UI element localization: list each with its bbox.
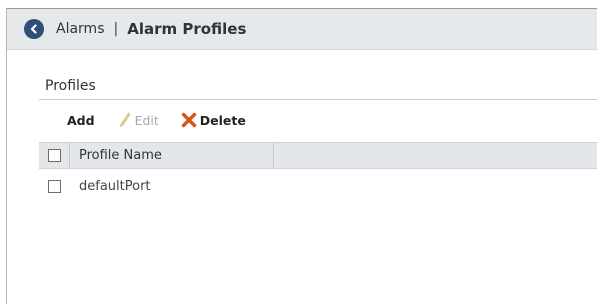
delete-button[interactable]: Delete xyxy=(181,112,246,128)
delete-button-label: Delete xyxy=(199,112,246,128)
profile-name-cell: defaultPort xyxy=(79,178,151,194)
select-all-checkbox[interactable] xyxy=(47,149,61,162)
x-icon xyxy=(181,112,196,128)
table-row[interactable]: defaultPort xyxy=(39,173,597,199)
column-header-profile-name[interactable]: Profile Name xyxy=(70,143,274,168)
row-checkbox[interactable] xyxy=(48,179,61,193)
pencil-icon xyxy=(119,112,130,128)
breadcrumb-alarms-link[interactable]: Alarms xyxy=(56,21,105,37)
profiles-section-title: Profiles xyxy=(45,78,96,94)
section-divider xyxy=(39,99,597,100)
add-button[interactable]: Add xyxy=(67,113,95,128)
select-all-cell xyxy=(39,143,70,168)
breadcrumb-separator: | xyxy=(113,21,119,37)
add-button-label: Add xyxy=(67,112,95,128)
table-header: Profile Name xyxy=(39,142,597,169)
edit-button[interactable]: Edit xyxy=(119,112,159,128)
alarm-profiles-panel: Alarms | Alarm Profiles Profiles Add Edi… xyxy=(6,8,597,304)
edit-button-label: Edit xyxy=(134,112,159,128)
breadcrumb: Alarms | Alarm Profiles xyxy=(7,9,597,50)
back-icon[interactable] xyxy=(24,19,44,39)
page-title: Alarm Profiles xyxy=(127,20,247,38)
row-checkbox-cell xyxy=(39,179,70,193)
profiles-toolbar: Add Edit Delete xyxy=(39,107,597,133)
